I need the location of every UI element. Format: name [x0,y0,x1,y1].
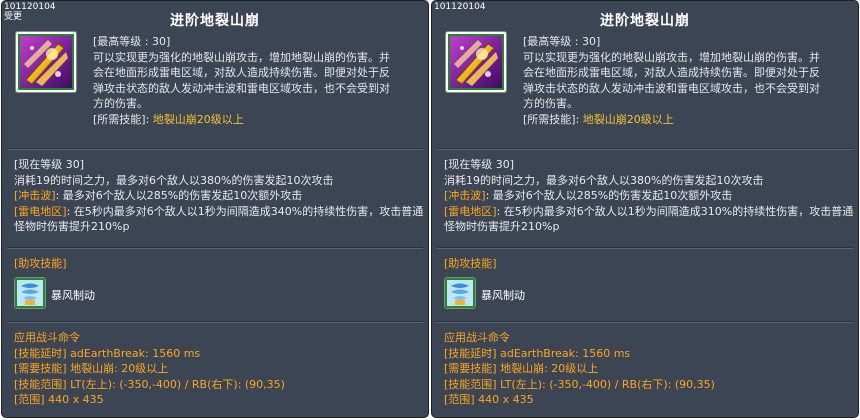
current-level-section: [现在等级 30] 消耗19的时间之力，最多对6个敌人以380%的伤害发起10次… [14,157,424,235]
shockwave-row: [冲击波]: 最多对6个敌人以285%的伤害发起10次额外攻击 [444,188,854,204]
max-level-label: [最高等级 : 30] [93,35,171,48]
required-skill-label: [所需技能]: [523,112,580,126]
command-range-value: LT(左上): (-350,-400) / RB(右下): (90,35) [66,377,285,391]
thunder-label: [雷电地区] [14,204,67,218]
description-line: 弹攻击状态的敌人发动冲击波和雷电区域攻击，也不会受到对 [93,81,390,95]
command-area-value: 440 x 435 [44,393,104,406]
shockwave-label: [冲击波] [444,189,486,202]
earth-break-skill-icon [18,34,74,90]
command-delay-value: adEarthBreak: 1560 ms [496,346,631,360]
required-skill-row: [所需技能]: 地裂山崩20级以上 [523,112,851,128]
required-skill-value: 地裂山崩20级以上 [582,112,674,126]
current-level-label: [现在等级 30] [444,158,515,171]
battle-command-title: 应用战斗命令 [14,331,80,344]
description-line: 可以实现更为强化的地裂山崩攻击，增加地裂山崩的伤害。并 [523,50,820,64]
command-area-value: 440 x 435 [474,393,534,406]
command-range-row: [技能范围] LT(左上): (-350,-400) / RB(右下): (90… [444,377,854,393]
thunder-text: : 在5秒内最多对6个敌人以1秒为间隔造成340%的持续性伤害，攻击普通怪物时伤… [14,204,424,234]
command-area-row: [范围] 440 x 435 [14,392,424,408]
command-delay-row: [技能延时] adEarthBreak: 1560 ms [444,346,854,362]
max-level-label: [最高等级 : 30] [523,35,601,48]
divider [437,321,853,323]
assist-skill-icon-frame [444,277,476,309]
command-delay-label: [技能延时] [444,346,497,360]
command-range-label: [技能范围] [14,377,67,391]
assist-skill-name: 暴风制动 [51,289,95,302]
command-required-label: [需要技能] [14,362,67,375]
shockwave-label: [冲击波] [14,189,56,202]
divider [437,148,853,150]
thunder-row: [雷电地区]: 在5秒内最多对6个敌人以1秒为间隔造成310%的持续性伤害，攻击… [444,204,854,235]
battle-command-section: 应用战斗命令 [技能延时] adEarthBreak: 1560 ms [需要技… [444,330,854,408]
thunder-row: [雷电地区]: 在5秒内最多对6个敌人以1秒为间隔造成340%的持续性伤害，攻击… [14,204,424,235]
storm-control-skill-icon [445,278,475,308]
assist-skill-label: [助攻技能] [14,257,67,270]
required-skill-value: 地裂山崩20级以上 [152,112,244,126]
skill-tooltip-panel-right: 101120104 进阶地裂山崩 [最高等级 : 30] 可以实现更为强化的地裂… [431,0,859,418]
command-required-row: [需要技能] 地裂山崩: 20级以上 [14,361,424,377]
command-area-row: [范围] 440 x 435 [444,392,854,408]
effect-line: 消耗19的时间之力，最多对6个敌人以380%的伤害发起10次攻击 [444,173,764,187]
skill-title: 进阶地裂山崩 [600,13,690,29]
skill-tooltip-panel-left: 101120104 受更 进阶地裂山崩 [最高等级 : 30] 可以实现更为强化… [1,0,429,418]
command-delay-row: [技能延时] adEarthBreak: 1560 ms [14,346,424,362]
assist-skill-label: [助攻技能] [444,257,497,270]
command-required-label: [需要技能] [444,362,497,375]
shockwave-text: : 最多对6个敌人以285%的伤害发起10次额外攻击 [485,189,733,202]
assist-skill-name: 暴风制动 [481,289,525,302]
command-required-row: [需要技能] 地裂山崩: 20级以上 [444,361,854,377]
description-line: 会在地面形成雷电区域，对敌人造成持续伤害。即便对处于反 [93,66,390,79]
shockwave-row: [冲击波]: 最多对6个敌人以285%的伤害发起10次额外攻击 [14,188,424,204]
command-range-label: [技能范围] [444,377,497,391]
command-range-row: [技能范围] LT(左上): (-350,-400) / RB(右下): (90… [14,377,424,393]
description-line: 方的伤害。 [93,97,148,110]
command-delay-label: [技能延时] [14,346,67,360]
divider [7,321,423,323]
current-level-label: [现在等级 30] [14,158,85,171]
description-line: 可以实现更为强化的地裂山崩攻击，增加地裂山崩的伤害。并 [93,50,390,64]
skill-icon-frame [445,31,507,93]
battle-command-title: 应用战斗命令 [444,331,510,344]
skill-description: [最高等级 : 30] 可以实现更为强化的地裂山崩攻击，增加地裂山崩的伤害。并 … [523,34,851,127]
required-skill-row: [所需技能]: 地裂山崩20级以上 [93,112,421,128]
effect-line: 消耗19的时间之力，最多对6个敌人以380%的伤害发起10次攻击 [14,173,334,187]
current-level-section: [现在等级 30] 消耗19的时间之力，最多对6个敌人以380%的伤害发起10次… [444,157,854,235]
thunder-text: : 在5秒内最多对6个敌人以1秒为间隔造成310%的持续性伤害，攻击普通怪物时伤… [444,204,854,234]
skill-description: [最高等级 : 30] 可以实现更为强化的地裂山崩攻击，增加地裂山崩的伤害。并 … [93,34,421,127]
thunder-label: [雷电地区] [444,204,497,218]
command-range-value: LT(左上): (-350,-400) / RB(右下): (90,35) [496,377,715,391]
required-skill-label: [所需技能]: [93,112,150,126]
earth-break-skill-icon [448,34,504,90]
divider [437,247,853,249]
description-line: 弹攻击状态的敌人发动冲击波和雷电区域攻击，也不会受到对 [523,81,820,95]
storm-control-skill-icon [15,278,45,308]
divider [7,247,423,249]
command-area-label: [范围] [444,393,475,406]
command-delay-value: adEarthBreak: 1560 ms [66,346,201,360]
assist-skill-section: [助攻技能] [444,256,854,272]
shockwave-text: : 最多对6个敌人以285%的伤害发起10次额外攻击 [55,189,303,202]
command-required-value: 地裂山崩: 20级以上 [496,362,599,375]
skill-icon-frame [15,31,77,93]
divider [7,148,423,150]
skill-title: 进阶地裂山崩 [170,13,260,29]
battle-command-section: 应用战斗命令 [技能延时] adEarthBreak: 1560 ms [需要技… [14,330,424,408]
assist-skill-icon-frame [14,277,46,309]
command-area-label: [范围] [14,393,45,406]
assist-skill-section: [助攻技能] [14,256,424,272]
description-line: 会在地面形成雷电区域，对敌人造成持续伤害。即便对处于反 [523,66,820,79]
description-line: 方的伤害。 [523,97,578,110]
command-required-value: 地裂山崩: 20级以上 [66,362,169,375]
